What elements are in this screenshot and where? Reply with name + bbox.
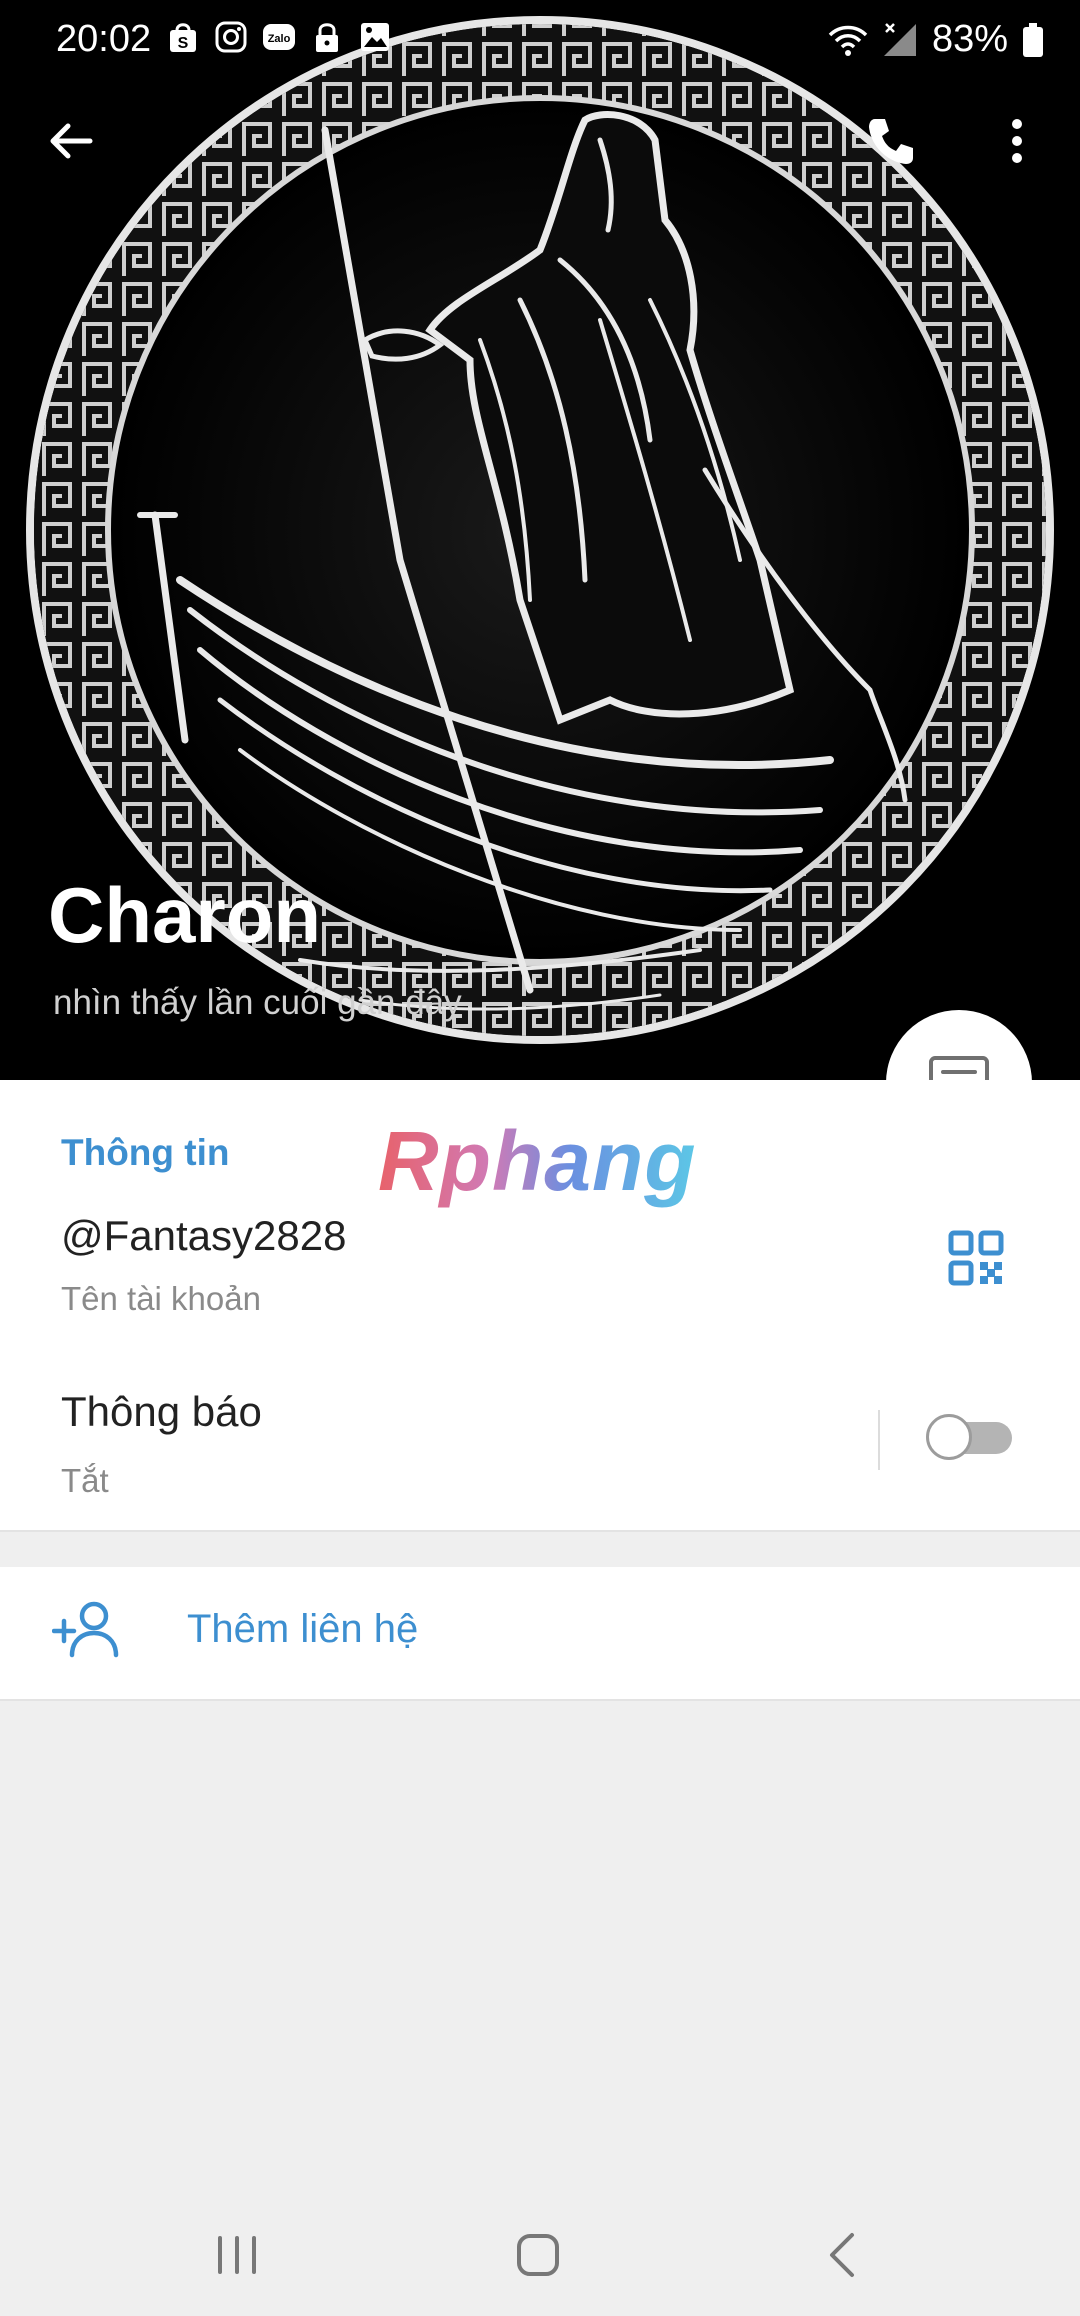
qr-code-button[interactable] [948, 1230, 1004, 1291]
add-person-icon [52, 1601, 119, 1658]
chevron-left-icon [830, 2233, 854, 2277]
back-button[interactable] [26, 96, 116, 186]
wifi-icon [828, 25, 868, 56]
notifications-title[interactable]: Thông báo [61, 1388, 262, 1436]
home-icon [517, 2234, 559, 2276]
profile-name: Charon [48, 871, 321, 959]
zalo-icon: Zalo [263, 24, 295, 50]
status-bar: 20:02 S Zalo 83% [0, 0, 1080, 84]
qr-code-icon [948, 1230, 1004, 1286]
svg-text:S: S [178, 35, 189, 52]
username-value[interactable]: @Fantasy2828 [61, 1212, 346, 1260]
navigation-bar [0, 2200, 1080, 2316]
instagram-icon [215, 21, 247, 53]
lock-icon [316, 23, 338, 52]
notifications-value: Tắt [61, 1462, 109, 1499]
add-contact-row[interactable]: Thêm liên hệ [0, 1567, 1080, 1701]
arrow-left-icon [50, 123, 93, 159]
system-back-button[interactable] [792, 2220, 892, 2290]
notification-icons: S Zalo [166, 20, 392, 54]
toggle-knob [926, 1414, 972, 1460]
gallery-icon [361, 23, 389, 51]
battery-icon [1023, 22, 1043, 57]
phone-icon [869, 119, 913, 164]
username-label: Tên tài khoản [61, 1280, 261, 1317]
watermark: Rphang [378, 1114, 697, 1208]
home-button[interactable] [488, 2220, 588, 2290]
shopee-icon: S [170, 23, 196, 52]
more-vertical-icon [1012, 119, 1022, 163]
info-card: Thông tin Rphang @Fantasy2828 Tên tài kh… [0, 1080, 1080, 1532]
recent-apps-button[interactable] [187, 2220, 287, 2290]
more-options-button[interactable] [972, 96, 1062, 186]
battery-percent: 83% [931, 18, 1008, 60]
last-seen-status: nhìn thấy lần cuối gần đây [53, 983, 462, 1022]
call-button[interactable] [846, 96, 936, 186]
svg-text:Zalo: Zalo [268, 33, 291, 45]
add-contact-label: Thêm liên hệ [187, 1607, 419, 1651]
profile-photo-header[interactable]: 20:02 S Zalo 83% Charon nhìn thấy lần cu… [0, 0, 1080, 1080]
status-right: 83% [828, 18, 1044, 61]
recents-icon [218, 2236, 256, 2274]
info-section-title: Thông tin [61, 1132, 230, 1173]
notification-divider [878, 1410, 880, 1470]
signal-icon [883, 22, 916, 56]
notifications-toggle[interactable] [926, 1412, 1016, 1462]
status-time: 20:02 [56, 18, 152, 60]
